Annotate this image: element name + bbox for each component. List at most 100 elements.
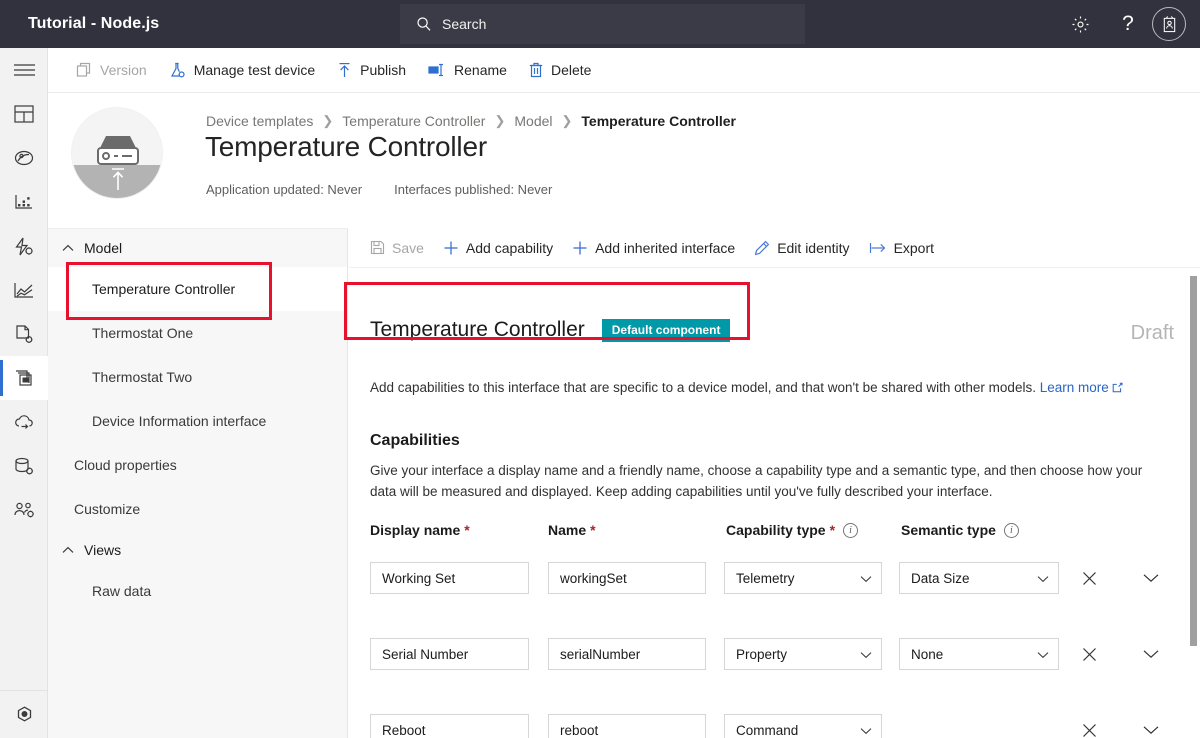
- info-icon[interactable]: i: [1004, 523, 1019, 538]
- tree-item-label: Temperature Controller: [92, 281, 235, 297]
- sidebar-item-data-export[interactable]: [0, 400, 48, 444]
- manage-test-device-button[interactable]: Manage test device: [169, 48, 315, 93]
- sidebar-item-analytics[interactable]: [0, 268, 48, 312]
- version-label: Version: [100, 62, 147, 78]
- sidebar-item-devices[interactable]: [0, 136, 48, 180]
- interface-description: Add capabilities to this interface that …: [370, 380, 1123, 396]
- rename-button[interactable]: Rename: [428, 48, 507, 93]
- semantic-type-select[interactable]: None: [899, 638, 1059, 670]
- tree-group-views[interactable]: Views: [48, 531, 347, 569]
- tree-item-label: Customize: [74, 501, 140, 517]
- chevron-down-icon[interactable]: [1135, 714, 1167, 738]
- sidebar-item-administration[interactable]: [0, 488, 48, 532]
- semantic-type-value: None: [911, 647, 943, 662]
- interface-editor-panel: Save Add capability Add inherited interf…: [349, 228, 1200, 738]
- display-name-value: Working Set: [382, 571, 455, 586]
- search-placeholder: Search: [442, 16, 486, 32]
- breadcrumb-chevron-icon: ❯: [562, 113, 573, 129]
- display-name-input[interactable]: Reboot: [370, 714, 529, 738]
- search-icon: [416, 16, 432, 32]
- chevron-down-icon: [1037, 647, 1049, 662]
- info-icon[interactable]: i: [843, 523, 858, 538]
- column-header-display-name: Display name*: [370, 522, 548, 538]
- rename-label: Rename: [454, 62, 507, 78]
- export-button[interactable]: Export: [869, 240, 934, 256]
- tree-item-thermostat-two[interactable]: Thermostat Two: [48, 355, 347, 399]
- column-label: Capability type: [726, 522, 826, 538]
- capabilities-section-description: Give your interface a display name and a…: [370, 460, 1170, 502]
- sidebar-item-device-templates[interactable]: [0, 356, 48, 400]
- edit-identity-button[interactable]: Edit identity: [754, 240, 849, 256]
- capability-type-select[interactable]: Telemetry: [724, 562, 882, 594]
- tree-group-model[interactable]: Model: [48, 229, 347, 267]
- version-button[interactable]: Version: [76, 48, 147, 93]
- semantic-type-placeholder: [899, 714, 1059, 738]
- add-capability-label: Add capability: [466, 240, 553, 256]
- hexagon-gem-icon[interactable]: [0, 690, 48, 738]
- account-badge-icon[interactable]: [1152, 7, 1186, 41]
- breadcrumb-item-current: Temperature Controller: [581, 113, 736, 129]
- chevron-down-icon[interactable]: [1135, 638, 1167, 670]
- capability-type-value: Command: [736, 723, 798, 738]
- meta-application-updated: Application updated: Never: [206, 182, 362, 197]
- delete-button[interactable]: Delete: [529, 48, 591, 93]
- close-x-icon[interactable]: [1073, 638, 1105, 670]
- tree-item-temperature-controller[interactable]: Temperature Controller: [48, 267, 347, 311]
- column-label: Display name: [370, 522, 460, 538]
- tree-item-thermostat-one[interactable]: Thermostat One: [48, 311, 347, 355]
- tree-item-raw-data[interactable]: Raw data: [48, 569, 347, 613]
- export-label: Export: [894, 240, 934, 256]
- question-mark-icon[interactable]: ?: [1104, 0, 1152, 48]
- tree-item-customize[interactable]: Customize: [48, 487, 347, 531]
- panel-scrollbar[interactable]: [1186, 268, 1200, 738]
- upload-arrow-icon: [108, 167, 128, 198]
- sidebar-item-rules[interactable]: [0, 224, 48, 268]
- add-capability-button[interactable]: Add capability: [443, 240, 553, 256]
- capability-type-select[interactable]: Property: [724, 638, 882, 670]
- breadcrumb-item-device-templates[interactable]: Device templates: [206, 113, 313, 129]
- save-disk-icon: [370, 240, 385, 255]
- hamburger-menu-icon[interactable]: [0, 48, 48, 92]
- breadcrumb-item-temperature-controller[interactable]: Temperature Controller: [342, 113, 485, 129]
- breadcrumb-chevron-icon: ❯: [322, 113, 333, 129]
- gear-icon[interactable]: [1056, 0, 1104, 48]
- column-header-capability-type: Capability type* i: [726, 522, 901, 538]
- save-button[interactable]: Save: [370, 240, 424, 256]
- close-x-icon[interactable]: [1073, 562, 1105, 594]
- interface-name: Temperature Controller: [370, 318, 585, 342]
- breadcrumb-item-model[interactable]: Model: [514, 113, 552, 129]
- interface-header: Temperature Controller Default component: [370, 318, 730, 342]
- table-row: Serial Number serialNumber Property None: [370, 638, 1167, 670]
- sidebar-item-device-groups[interactable]: [0, 180, 48, 224]
- name-input[interactable]: serialNumber: [548, 638, 706, 670]
- tree-item-cloud-properties[interactable]: Cloud properties: [48, 443, 347, 487]
- external-link-icon[interactable]: [1112, 381, 1123, 396]
- pencil-edit-icon: [754, 240, 770, 256]
- tree-item-label: Thermostat One: [92, 325, 193, 341]
- publish-button[interactable]: Publish: [337, 48, 406, 93]
- sidebar-item-jobs[interactable]: [0, 312, 48, 356]
- name-input[interactable]: workingSet: [548, 562, 706, 594]
- sidebar-item-data[interactable]: [0, 444, 48, 488]
- rename-icon: [428, 63, 446, 77]
- export-arrow-icon: [869, 241, 887, 255]
- breadcrumb-chevron-icon: ❯: [494, 113, 505, 129]
- search-input[interactable]: Search: [400, 4, 805, 44]
- chevron-down-icon[interactable]: [1135, 562, 1167, 594]
- publish-label: Publish: [360, 62, 406, 78]
- capability-type-select[interactable]: Command: [724, 714, 882, 738]
- display-name-input[interactable]: Serial Number: [370, 638, 529, 670]
- semantic-type-value: Data Size: [911, 571, 970, 586]
- scrollbar-thumb[interactable]: [1190, 276, 1197, 646]
- semantic-type-select[interactable]: Data Size: [899, 562, 1059, 594]
- add-inherited-interface-button[interactable]: Add inherited interface: [572, 240, 735, 256]
- display-name-input[interactable]: Working Set: [370, 562, 529, 594]
- close-x-icon[interactable]: [1073, 714, 1105, 738]
- tree-item-label: Raw data: [92, 583, 151, 599]
- tree-item-device-information-interface[interactable]: Device Information interface: [48, 399, 347, 443]
- name-input[interactable]: reboot: [548, 714, 706, 738]
- display-name-value: Reboot: [382, 723, 426, 738]
- learn-more-link[interactable]: Learn more: [1040, 380, 1109, 395]
- sidebar-item-dashboard[interactable]: [0, 92, 48, 136]
- table-row: Working Set workingSet Telemetry Data Si…: [370, 562, 1167, 594]
